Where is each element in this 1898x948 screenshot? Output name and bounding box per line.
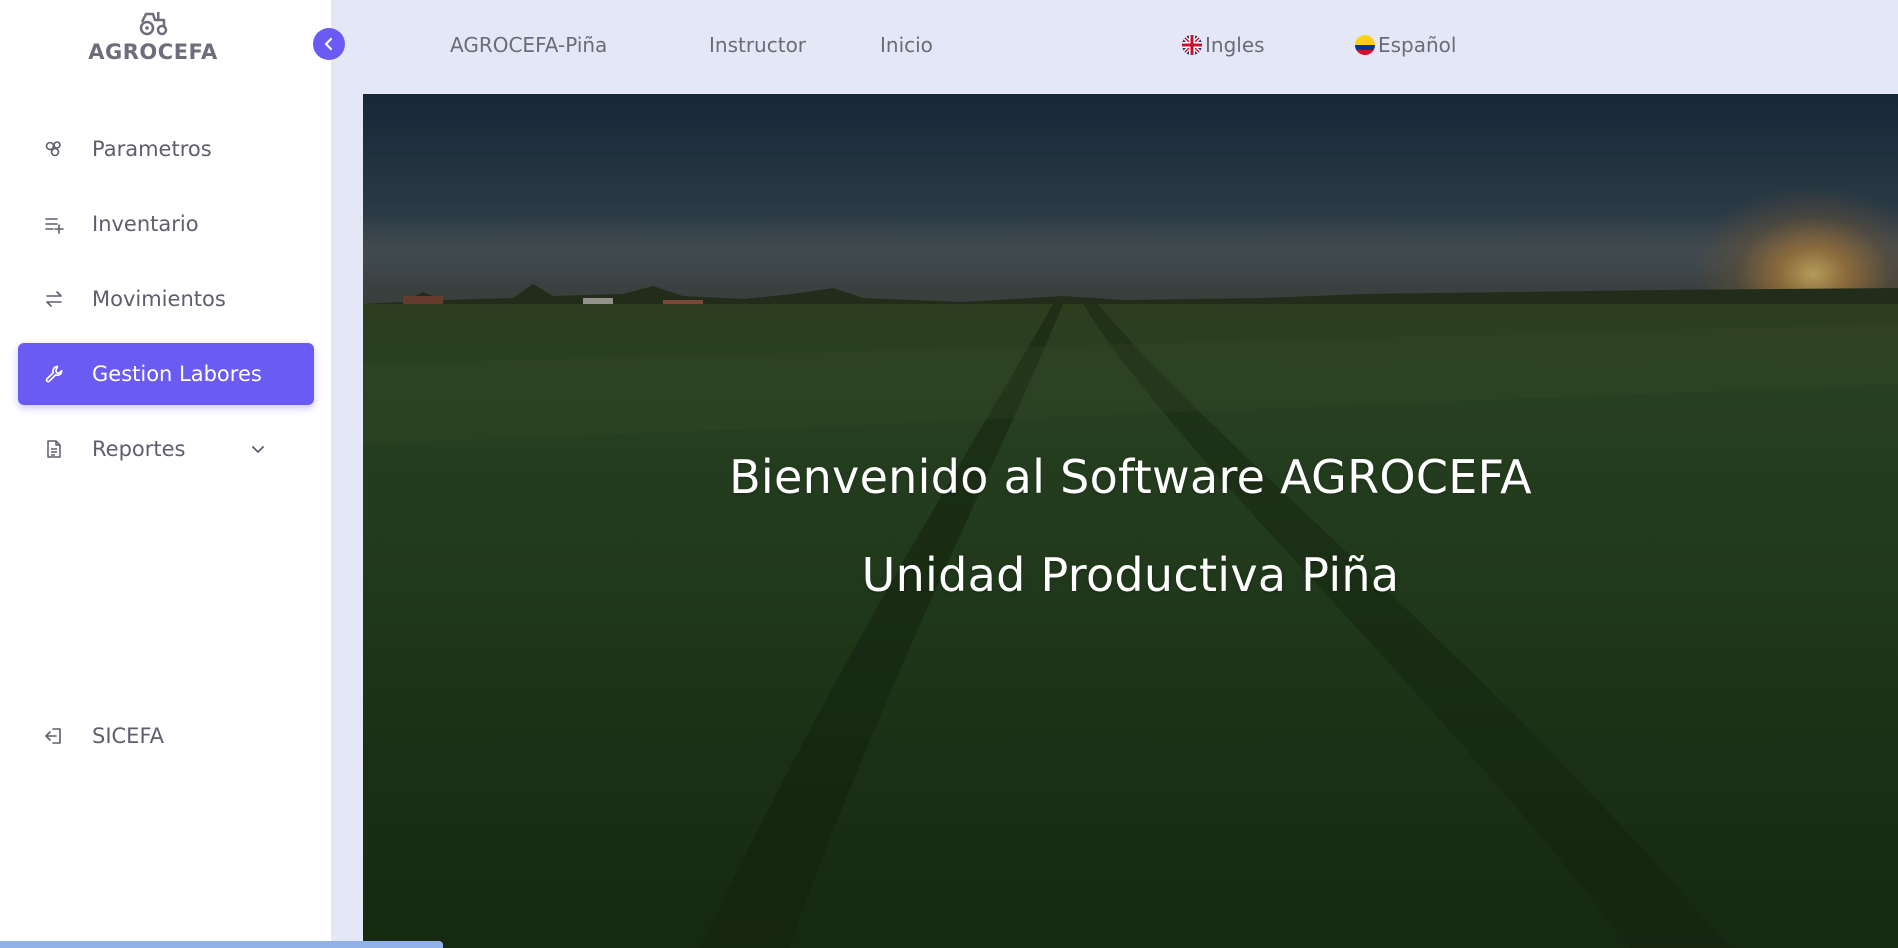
sidebar-item-label: Reportes [92, 437, 186, 461]
nav-link-unit[interactable]: AGROCEFA-Piña [450, 33, 607, 57]
sidebar-item-label: Parametros [92, 137, 212, 161]
sidebar-item-gestion-labores[interactable]: Gestion Labores [18, 343, 314, 405]
sidebar-item-label: SICEFA [92, 724, 164, 748]
nav-link-inicio[interactable]: Inicio [880, 33, 933, 57]
language-english-link[interactable]: Ingles [1182, 33, 1265, 57]
top-navbar: AGROCEFA-Piña Instructor Inicio Ingles E… [331, 0, 1898, 94]
colombia-flag-icon [1355, 35, 1375, 55]
parameters-icon [42, 137, 66, 161]
language-spanish-link[interactable]: Español [1355, 33, 1456, 57]
logout-icon [42, 724, 66, 748]
sidebar-item-label: Inventario [92, 212, 199, 236]
hero-subtitle: Unidad Productiva Piña [861, 548, 1400, 602]
hero-banner: Bienvenido al Software AGROCEFA Unidad P… [363, 94, 1898, 948]
document-icon [42, 437, 66, 461]
swap-arrows-icon [42, 287, 66, 311]
language-english-label: Ingles [1205, 33, 1265, 57]
sidebar-item-movimientos[interactable]: Movimientos [18, 268, 314, 330]
chevron-down-icon[interactable] [250, 441, 266, 457]
sidebar-item-label: Gestion Labores [92, 362, 262, 386]
brand-name: AGROCEFA [88, 40, 218, 64]
sidebar-item-reportes[interactable]: Reportes [18, 418, 314, 480]
sidebar-item-inventario[interactable]: Inventario [18, 193, 314, 255]
sidebar: AGROCEFA Parametros Inventario Movimient… [0, 0, 331, 948]
hero-overlay [363, 94, 1898, 948]
chevron-left-icon [324, 37, 333, 51]
sidebar-item-parametros[interactable]: Parametros [18, 118, 314, 180]
nav-link-instructor[interactable]: Instructor [709, 33, 806, 57]
uk-flag-icon [1182, 35, 1202, 55]
sidebar-collapse-button[interactable] [313, 28, 345, 60]
sidebar-item-label: Movimientos [92, 287, 226, 311]
tractor-icon [139, 12, 168, 36]
sidebar-item-sicefa[interactable]: SICEFA [18, 705, 314, 767]
list-add-icon [42, 212, 66, 236]
horizontal-scrollbar[interactable] [0, 941, 443, 948]
language-spanish-label: Español [1378, 33, 1457, 57]
wrench-icon [42, 362, 66, 386]
brand[interactable]: AGROCEFA [0, 8, 306, 64]
hero-title: Bienvenido al Software AGROCEFA [729, 450, 1532, 504]
